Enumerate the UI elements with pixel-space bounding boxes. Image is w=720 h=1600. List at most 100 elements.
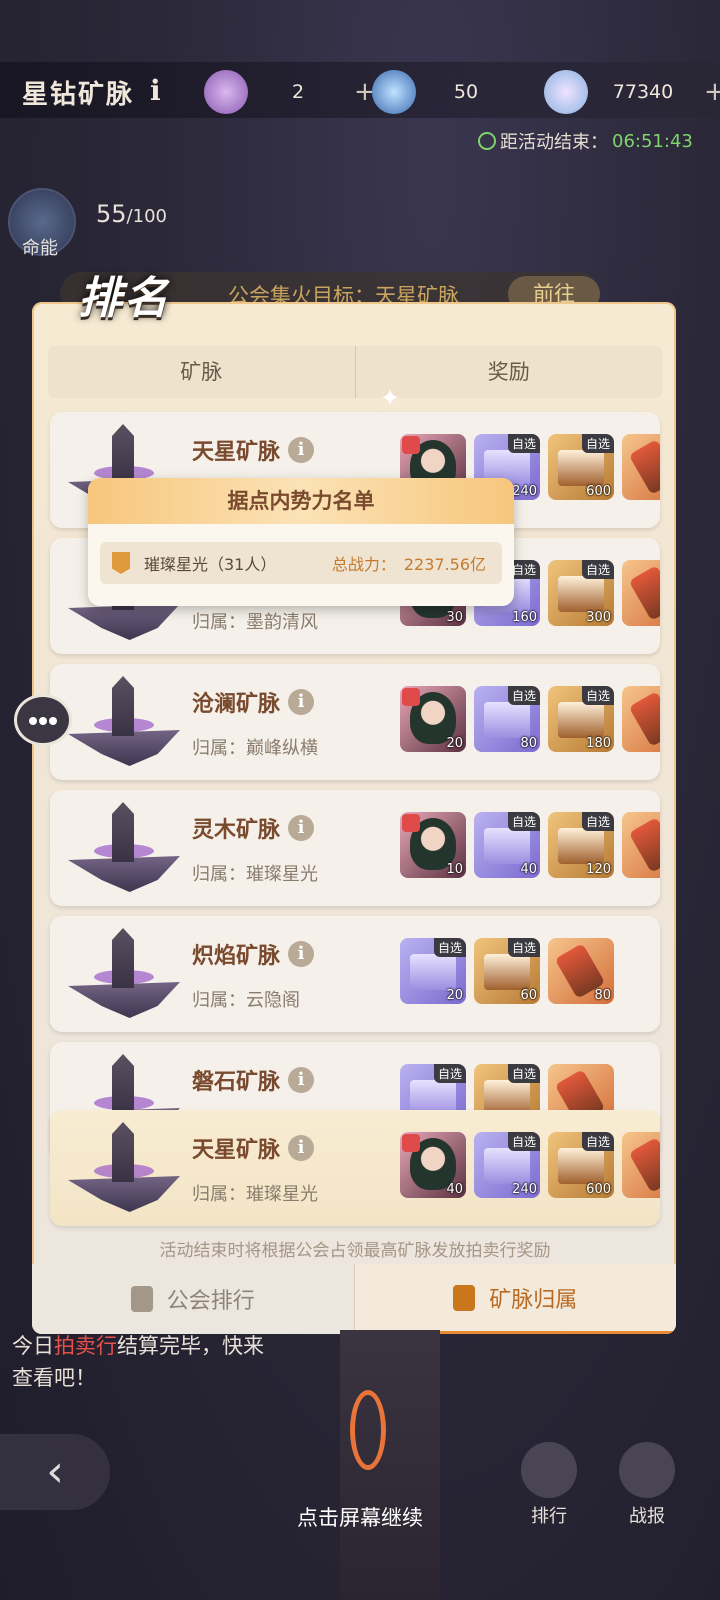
gold-icon (558, 828, 604, 864)
back-button[interactable]: ‹ (0, 1434, 110, 1510)
reward-list: 自选 20 自选 60 80 (400, 938, 614, 1004)
resource-orbit-gem: 50 (372, 70, 516, 114)
box-reward-item[interactable]: 自选 240 (474, 1132, 540, 1198)
news-highlight: 拍卖行 (54, 1334, 117, 1358)
tab-guild-rank[interactable]: 公会排行 (32, 1264, 354, 1334)
hero-reward-item[interactable]: 40 (400, 1132, 466, 1198)
island-icon (64, 1116, 184, 1220)
tab-label: 矿脉归属 (489, 1287, 578, 1313)
tab-mine-owner[interactable]: 矿脉归属 (353, 1264, 676, 1334)
scroll-reward-item[interactable] (622, 560, 660, 626)
mine-info-icon[interactable]: i (288, 1067, 315, 1093)
select-badge: 自选 (507, 686, 540, 705)
gold-icon (484, 954, 530, 990)
gold-reward-item[interactable]: 自选 180 (548, 686, 614, 752)
scroll-reward-item[interactable] (622, 434, 660, 500)
scroll-reward-item[interactable] (622, 1132, 660, 1198)
select-badge: 自选 (581, 686, 614, 705)
select-badge: 自选 (581, 1132, 614, 1151)
reward-qty: 300 (586, 610, 611, 625)
faction-name: 璀璨星光（31人） (144, 555, 277, 574)
box-icon (484, 828, 530, 864)
box-reward-item[interactable]: 自选 80 (474, 686, 540, 752)
tab-mine[interactable]: 矿脉 (48, 346, 355, 398)
mine-name: 天星矿脉 i (192, 1132, 315, 1164)
reward-qty: 20 (446, 736, 463, 751)
gold-icon (558, 1148, 604, 1184)
tab-label: 公会排行 (166, 1289, 255, 1314)
mine-owner: 归属：云隐阁 (192, 990, 300, 1011)
reward-qty: 20 (446, 988, 463, 1003)
rank-1-icon (112, 552, 130, 574)
scroll-icon (628, 691, 660, 747)
gold-reward-item[interactable]: 自选 60 (474, 938, 540, 1004)
scroll-reward-item[interactable] (622, 686, 660, 752)
mine-owner: 归属：璀璨星光 (192, 864, 318, 885)
gold-reward-item[interactable]: 自选 300 (548, 560, 614, 626)
mine-card[interactable]: 沧澜矿脉 i 归属：巅峰纵横 20 自选 80 自选 180 (50, 664, 660, 780)
mine-card[interactable]: 炽焰矿脉 i 归属：云隐阁 自选 20 自选 60 80 (50, 916, 660, 1032)
tap-to-continue[interactable]: 点击屏幕继续 (0, 1502, 720, 1532)
reward-qty: 80 (594, 988, 611, 1003)
bottom-tabs: 公会排行 矿脉归属 (32, 1264, 676, 1334)
select-badge: 自选 (507, 812, 540, 831)
resource-crystal: 77340 + (544, 70, 720, 114)
mine-name-text: 天星矿脉 (192, 1138, 281, 1163)
mine-info-icon[interactable]: i (288, 815, 315, 841)
box-reward-item[interactable]: 自选 20 (400, 938, 466, 1004)
reward-qty: 10 (446, 862, 463, 877)
box-reward-item[interactable]: 自选 40 (474, 812, 540, 878)
mine-name-text: 炽焰矿脉 (192, 944, 281, 969)
mine-name: 灵木矿脉 i (192, 812, 315, 844)
mine-info-icon[interactable]: i (288, 941, 315, 967)
box-icon (484, 1148, 530, 1184)
reward-list: 10 自选 40 自选 120 (400, 812, 660, 878)
reward-qty: 80 (520, 736, 537, 751)
my-mine-card[interactable]: 天星矿脉 i 归属：璀璨星光 40 自选 240 自选 600 (50, 1110, 660, 1226)
life-max: /100 (126, 206, 167, 227)
select-badge: 自选 (581, 560, 614, 579)
panel-tabs: 矿脉 奖励 (48, 346, 662, 398)
resource-value: 2 (291, 81, 305, 103)
mine-name: 沧澜矿脉 i (192, 686, 315, 718)
hero-reward-item[interactable]: 20 (400, 686, 466, 752)
tab-reward[interactable]: 奖励 (354, 346, 663, 398)
hero-reward-item[interactable]: 10 (400, 812, 466, 878)
gold-reward-item[interactable]: 自选 120 (548, 812, 614, 878)
reward-qty: 160 (512, 610, 537, 625)
guild-rank-icon (130, 1286, 153, 1312)
reward-qty: 120 (586, 862, 611, 877)
reward-list: 40 自选 240 自选 600 (400, 1132, 660, 1198)
select-badge: 自选 (507, 1064, 540, 1083)
faction-list-popup: 据点内势力名单 璀璨星光（31人） 总战力： 2237.56亿 (88, 478, 514, 606)
reward-qty: 30 (446, 610, 463, 625)
mine-info-icon[interactable]: i (288, 689, 315, 715)
scroll-reward-item[interactable] (622, 812, 660, 878)
life-energy-value: 55/100 (96, 200, 167, 228)
reward-qty: 240 (512, 1182, 537, 1197)
mine-name-text: 磐石矿脉 (192, 1070, 281, 1095)
select-badge: 自选 (507, 1132, 540, 1151)
box-icon (410, 954, 456, 990)
select-badge: 自选 (507, 434, 540, 453)
scroll-reward-item[interactable]: 80 (548, 938, 614, 1004)
mine-name: 磐石矿脉 i (192, 1064, 315, 1096)
select-badge: 自选 (581, 434, 614, 453)
reward-qty: 40 (520, 862, 537, 877)
scroll-icon (628, 817, 660, 873)
hero-tag-icon (402, 1134, 420, 1152)
gold-icon (558, 450, 604, 486)
add-crystal-button[interactable]: + (704, 77, 720, 107)
gold-reward-item[interactable]: 自选 600 (548, 1132, 614, 1198)
info-icon[interactable]: i (150, 74, 161, 107)
mine-name: 天星矿脉 i (192, 434, 315, 466)
mine-info-icon[interactable]: i (288, 437, 315, 463)
chat-button[interactable] (14, 694, 72, 746)
mine-card[interactable]: 灵木矿脉 i 归属：璀璨星光 10 自选 40 自选 120 (50, 790, 660, 906)
gold-reward-item[interactable]: 自选 600 (548, 434, 614, 500)
mine-info-icon[interactable]: i (288, 1135, 315, 1161)
mine-name: 炽焰矿脉 i (192, 938, 315, 970)
hero-tag-icon (402, 814, 420, 832)
mine-owner: 归属：墨韵清风 (192, 612, 318, 633)
reward-qty: 600 (586, 1182, 611, 1197)
